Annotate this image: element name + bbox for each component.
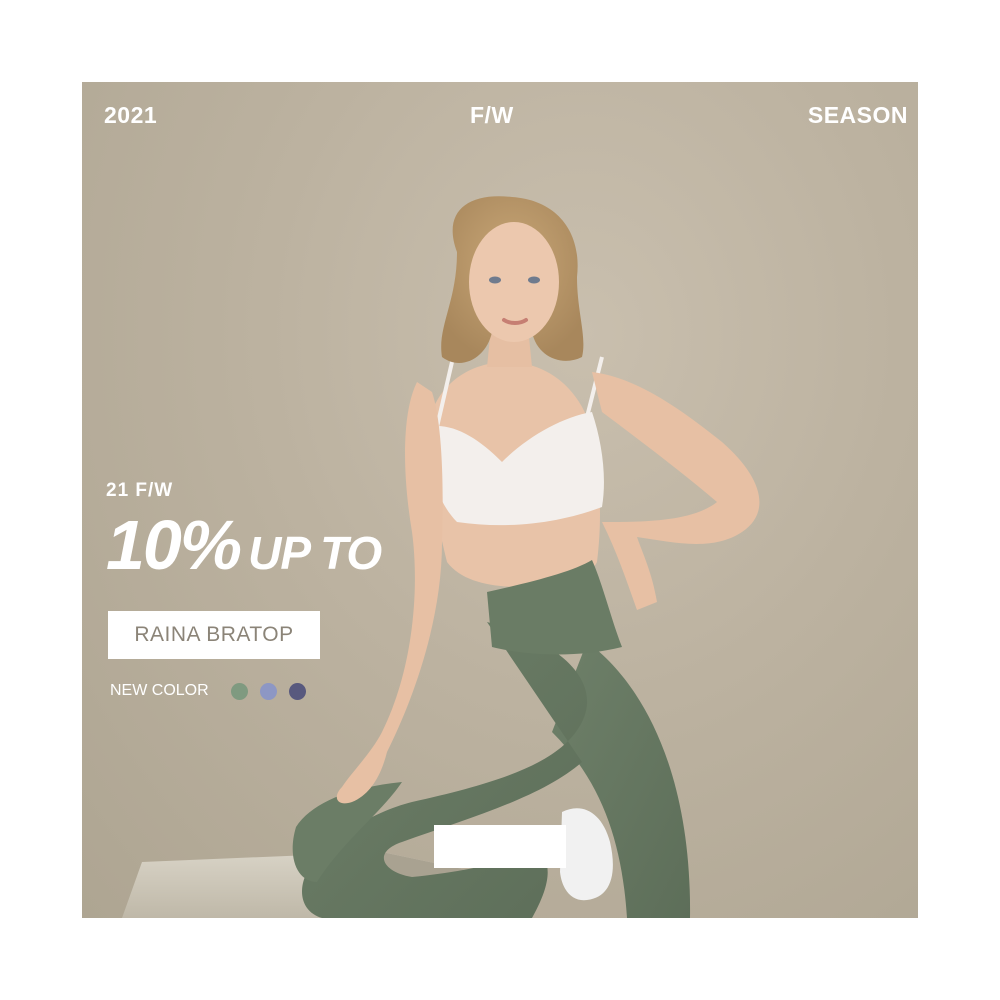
color-swatch-periwinkle[interactable] bbox=[259, 682, 277, 700]
season-label: SEASON bbox=[807, 102, 908, 128]
page: 2021 F/W SEASON 21 F/W 10% UP TO RAINA BR… bbox=[0, 0, 1000, 1000]
blank-overlay-box bbox=[434, 825, 566, 868]
discount-up-to: UP TO bbox=[248, 527, 382, 579]
color-swatch-navy[interactable] bbox=[288, 682, 306, 700]
color-swatch-sage-green[interactable] bbox=[230, 682, 248, 700]
season-code-label: F/W bbox=[470, 102, 514, 128]
collection-label: 21 F/W bbox=[106, 480, 174, 501]
left-arm bbox=[336, 382, 443, 804]
promo-banner[interactable]: 2021 F/W SEASON 21 F/W 10% UP TO RAINA BR… bbox=[82, 82, 918, 918]
model-photo bbox=[122, 196, 760, 918]
new-color-row: NEW COLOR bbox=[110, 682, 306, 700]
new-color-label: NEW COLOR bbox=[110, 682, 209, 699]
product-name-button[interactable]: RAINA BRATOP bbox=[108, 611, 320, 659]
discount-percent: 10% bbox=[106, 506, 242, 584]
right-arm bbox=[592, 372, 760, 610]
year-label: 2021 bbox=[104, 102, 158, 128]
discount-headline: 10% UP TO bbox=[106, 510, 382, 580]
sneaker bbox=[560, 808, 613, 901]
leggings-front-leg bbox=[302, 622, 588, 918]
product-name-label: RAINA BRATOP bbox=[134, 623, 294, 646]
